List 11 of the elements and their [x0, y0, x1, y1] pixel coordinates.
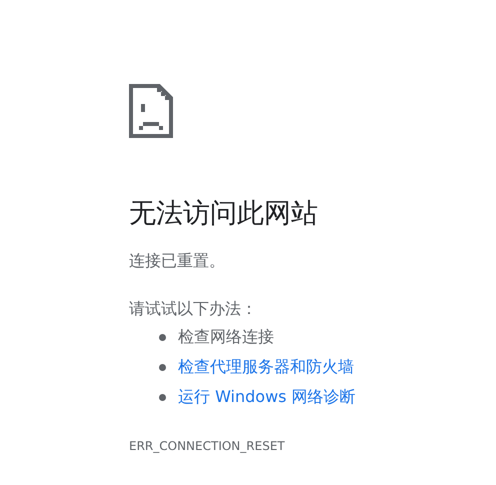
bullet-icon: [159, 364, 166, 370]
bullet-icon: [159, 334, 166, 340]
suggestion-link[interactable]: 检查代理服务器和防火墙: [178, 356, 354, 378]
suggestions-intro: 请试试以下办法：: [129, 298, 258, 320]
suggestion-text: 检查网络连接: [178, 326, 274, 348]
error-message: 连接已重置。: [129, 250, 226, 272]
sad-document-icon: [129, 84, 173, 138]
suggestion-link[interactable]: 运行 Windows 网络诊断: [178, 386, 356, 408]
bullet-icon: [159, 394, 166, 400]
error-heading: 无法访问此网站: [129, 197, 319, 231]
error-code: ERR_CONNECTION_RESET: [129, 438, 286, 454]
